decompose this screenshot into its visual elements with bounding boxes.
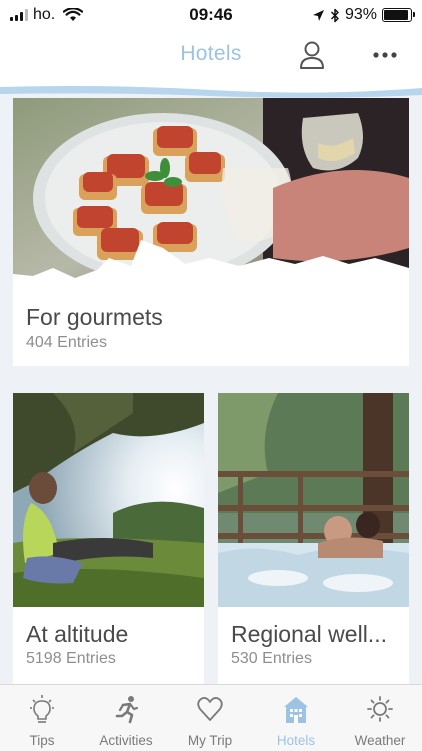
card-title: At altitude xyxy=(26,621,129,647)
gourmet-food-image xyxy=(13,98,409,292)
status-bar: ho. 09:46 93% xyxy=(0,0,422,30)
tab-activities[interactable]: Activities xyxy=(84,685,168,751)
altitude-meadow-image xyxy=(13,393,204,607)
sun-icon xyxy=(367,696,393,722)
heart-icon xyxy=(197,697,223,721)
bluetooth-icon xyxy=(330,8,339,22)
ellipsis-icon[interactable] xyxy=(372,50,398,60)
tab-my-trip[interactable]: My Trip xyxy=(168,685,252,751)
battery-icon xyxy=(382,8,415,22)
card-title: Regional well... xyxy=(231,621,387,647)
tab-bar: Tips Activities My Trip Hotels Weather xyxy=(0,684,422,751)
location-arrow-icon xyxy=(312,9,324,21)
tab-hotels[interactable]: Hotels xyxy=(254,685,338,751)
tab-label: My Trip xyxy=(187,733,233,748)
page-title: Hotels xyxy=(180,42,242,65)
hotel-icon xyxy=(284,697,308,723)
tab-label: Activities xyxy=(99,733,153,748)
status-right: 93% xyxy=(312,6,415,24)
person-icon[interactable] xyxy=(298,40,326,70)
tab-weather[interactable]: Weather xyxy=(338,685,422,751)
card-entries: 530 Entries xyxy=(231,650,312,667)
wellness-pool-image xyxy=(218,393,409,607)
runner-icon xyxy=(115,696,139,724)
card-title: For gourmets xyxy=(26,304,163,330)
lightbulb-icon xyxy=(30,695,54,723)
nav-bar: Hotels xyxy=(0,30,422,88)
card-entries: 404 Entries xyxy=(26,334,107,351)
battery-percent: 93% xyxy=(344,6,377,23)
category-card-gourmets[interactable]: For gourmets 404 Entries xyxy=(13,98,409,366)
tab-label: Tips xyxy=(29,733,55,748)
tab-label: Hotels xyxy=(276,733,316,748)
tab-label: Weather xyxy=(354,733,406,748)
battery-fill xyxy=(384,10,409,20)
category-card-altitude[interactable]: At altitude 5198 Entries xyxy=(13,393,204,684)
category-card-wellness[interactable]: Regional well... 530 Entries xyxy=(218,393,409,684)
tab-tips[interactable]: Tips xyxy=(0,685,84,751)
card-entries: 5198 Entries xyxy=(26,650,116,667)
